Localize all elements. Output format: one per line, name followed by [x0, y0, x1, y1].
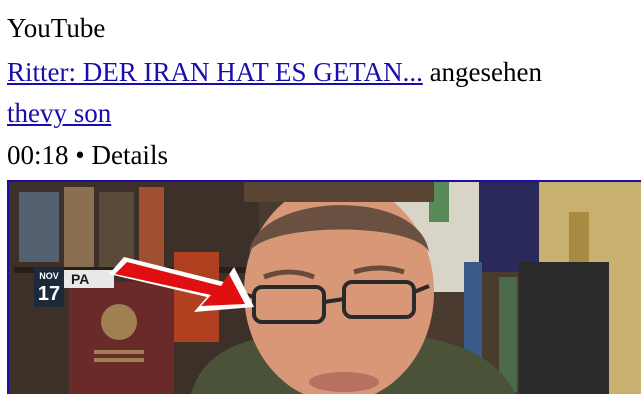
separator: • — [75, 140, 85, 170]
channel-link[interactable]: thevy son — [7, 98, 111, 128]
history-entry: Ritter: DER IRAN HAT ES GETAN... angeseh… — [7, 56, 542, 88]
meta-row: 00:18 • Details — [7, 139, 168, 171]
overlay-day: 17 — [38, 283, 60, 305]
video-title-link[interactable]: Ritter: DER IRAN HAT ES GETAN... — [7, 57, 423, 87]
action-text: angesehen — [429, 57, 543, 87]
channel-row: thevy son — [7, 97, 111, 129]
details-link[interactable]: Details — [91, 140, 167, 170]
thumbnail-image: NOV 17 PA — [9, 182, 641, 394]
overlay-text: PA — [71, 271, 89, 287]
source-label: YouTube — [7, 13, 106, 43]
watch-time: 00:18 — [7, 140, 69, 170]
overlay-month: NOV — [39, 271, 59, 281]
video-thumbnail[interactable]: NOV 17 PA — [7, 180, 641, 394]
